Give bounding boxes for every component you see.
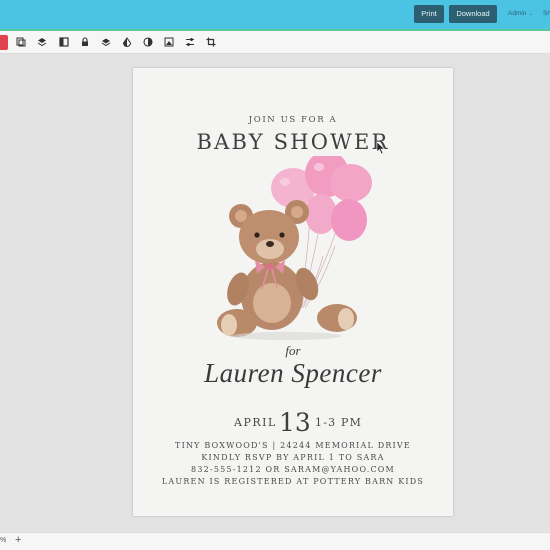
user-menu-label: Admin: [508, 10, 527, 17]
book-icon[interactable]: [59, 37, 69, 47]
active-tool-indicator[interactable]: [0, 35, 8, 50]
lock-icon[interactable]: [80, 37, 90, 47]
layers-icon[interactable]: [37, 37, 47, 47]
event-title[interactable]: BABY SHOWER: [133, 130, 453, 154]
rsvp-line[interactable]: KINDLY RSVP BY APRIL 1 TO SARA: [133, 453, 453, 462]
editor-toolbar: [0, 31, 550, 54]
image-icon[interactable]: [164, 37, 174, 47]
date-row: APRIL 13 1-3 PM: [133, 408, 453, 438]
for-label[interactable]: for: [133, 343, 453, 359]
user-menu[interactable]: Admin ⌄: [508, 10, 533, 17]
contact-line[interactable]: 832-555-1212 OR SARAM@YAHOO.COM: [133, 465, 453, 474]
copy-icon[interactable]: [16, 37, 26, 47]
event-day[interactable]: 13: [279, 408, 311, 437]
crop-icon[interactable]: [206, 37, 216, 47]
invitation-card[interactable]: JOIN US FOR A BABY SHOWER for Lauren Spe…: [133, 68, 453, 516]
honoree-name[interactable]: Lauren Spencer: [133, 358, 453, 389]
event-month[interactable]: APRIL: [234, 416, 277, 429]
top-bar: Print Download Admin ⌄ Sh: [0, 0, 550, 29]
zoom-in-button[interactable]: +: [15, 534, 21, 546]
contrast-icon[interactable]: [122, 37, 132, 47]
mouse-cursor-icon: [376, 141, 386, 155]
truncated-menu-item[interactable]: Sh: [543, 10, 550, 17]
teddy-bear-balloons-illustration: [217, 156, 372, 340]
status-bar: % +: [0, 532, 550, 550]
print-button[interactable]: Print: [414, 5, 444, 23]
zoom-level[interactable]: %: [0, 537, 6, 544]
stack-icon[interactable]: [101, 37, 111, 47]
event-time[interactable]: 1-3 PM: [315, 416, 362, 429]
registry-line[interactable]: LAUREN IS REGISTERED AT POTTERY BARN KID…: [133, 477, 453, 486]
intro-text[interactable]: JOIN US FOR A: [133, 115, 453, 125]
chevron-down-icon: ⌄: [528, 11, 533, 17]
sliders-icon[interactable]: [185, 37, 195, 47]
venue-line[interactable]: TINY BOXWOOD'S | 24244 MEMORIAL DRIVE: [133, 441, 453, 450]
color-icon[interactable]: [143, 37, 153, 47]
download-button[interactable]: Download: [449, 5, 497, 23]
